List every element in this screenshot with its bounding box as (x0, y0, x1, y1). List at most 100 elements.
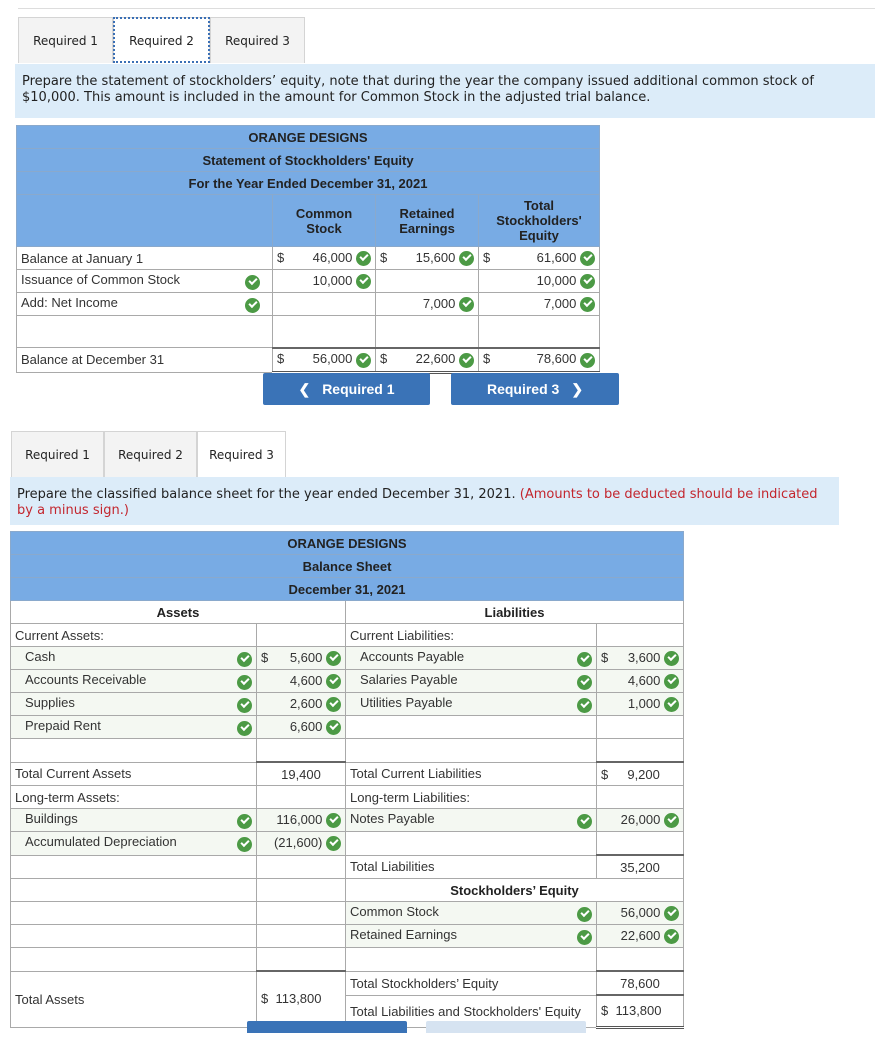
liability-label-cell[interactable]: Salaries Payable (345, 669, 597, 693)
cs-cell[interactable]: $46,000 (272, 246, 376, 270)
table-row: Accumulated Depreciation (21,600) (10, 831, 684, 856)
total-current-assets-value: 19,400 (256, 761, 346, 786)
table-row: Total Current Assets 19,400 Total Curren… (10, 761, 684, 786)
equity-value-cell[interactable] (596, 947, 684, 972)
re-cell[interactable] (375, 269, 479, 293)
asset-label-cell[interactable] (10, 947, 257, 972)
asset-value-cell[interactable] (256, 901, 346, 925)
asset-value-cell[interactable]: 6,600 (256, 715, 346, 739)
next-button-disabled-partial[interactable] (426, 1021, 586, 1033)
tab-required-3[interactable]: Required 3 (197, 431, 286, 477)
total-cell[interactable]: $78,600 (478, 346, 600, 374)
tab-required-1[interactable]: Required 1 (11, 431, 104, 477)
row-label-cell[interactable]: Add: Net Income (16, 292, 273, 316)
tab-required-2[interactable]: Required 2 (113, 17, 210, 63)
check-icon (664, 929, 679, 945)
re-cell[interactable]: $15,600 (375, 246, 479, 270)
tab-required-3[interactable]: Required 3 (210, 17, 305, 63)
table-row: Long-term Assets: Long-term Liabilities: (10, 785, 684, 809)
re-cell[interactable]: 7,000 (375, 292, 479, 316)
col-common-stock: Common Stock (272, 194, 376, 247)
equity-header: Stockholders’ Equity (345, 878, 684, 902)
liability-value-cell[interactable]: 4,600 (596, 669, 684, 693)
asset-value-cell[interactable]: 116,000 (256, 808, 346, 832)
row-label[interactable] (16, 315, 273, 348)
table-row (10, 947, 684, 972)
table-row: Balance at December 31 $56,000 $22,600 $… (16, 346, 600, 374)
liability-value-cell[interactable]: 26,000 (596, 808, 684, 832)
blank-header (16, 194, 273, 247)
equity-value-cell[interactable]: 22,600 (596, 924, 684, 948)
asset-label-cell[interactable] (10, 854, 257, 879)
liability-value-cell[interactable]: 1,000 (596, 692, 684, 716)
total-cell[interactable]: 10,000 (478, 269, 600, 293)
assets-header: Assets (10, 600, 346, 624)
section2-tabs: Required 1 Required 2 Required 3 (11, 431, 286, 477)
liability-value-cell[interactable] (596, 831, 684, 856)
chevron-right-icon: ❯ (571, 380, 584, 397)
asset-label-cell[interactable]: Cash (10, 646, 257, 670)
asset-value-cell[interactable]: 2,600 (256, 692, 346, 716)
liability-label-cell[interactable] (345, 831, 597, 856)
re-cell[interactable]: $22,600 (375, 346, 479, 374)
total-current-assets-label: Total Current Assets (10, 761, 257, 786)
re-cell[interactable] (375, 315, 479, 348)
asset-value-cell[interactable]: (21,600) (256, 831, 346, 856)
total-cell[interactable]: 7,000 (478, 292, 600, 316)
liability-label-cell[interactable]: Accounts Payable (345, 646, 597, 670)
check-icon (577, 930, 592, 945)
row-label[interactable]: Balance at January 1 (16, 246, 273, 270)
liability-label-cell[interactable] (345, 715, 597, 739)
cs-cell[interactable]: $56,000 (272, 346, 376, 374)
tab-required-2[interactable]: Required 2 (104, 431, 197, 477)
liability-label-cell[interactable] (345, 738, 597, 763)
prev-button-partial[interactable] (247, 1021, 407, 1033)
table-row: Cash $5,600 Accounts Payable $3,600 (10, 646, 684, 670)
cs-cell[interactable] (272, 315, 376, 348)
equity-label-cell[interactable]: Common Stock (345, 901, 597, 925)
check-icon (356, 274, 371, 290)
check-icon (245, 275, 260, 290)
divider (18, 8, 875, 9)
table-row (10, 738, 684, 763)
asset-label-cell[interactable]: Prepaid Rent (10, 715, 257, 739)
total-cell[interactable]: $61,600 (478, 246, 600, 270)
asset-value-cell[interactable]: $5,600 (256, 646, 346, 670)
asset-value-cell[interactable] (256, 738, 346, 763)
total-cell[interactable] (478, 315, 600, 348)
asset-label-cell[interactable]: Supplies (10, 692, 257, 716)
cs-cell[interactable] (272, 292, 376, 316)
asset-value-cell[interactable] (256, 878, 346, 902)
row-label-cell[interactable]: Issuance of Common Stock (16, 269, 273, 293)
asset-label-cell[interactable] (10, 924, 257, 948)
check-icon (326, 697, 341, 713)
liability-value-cell[interactable]: $3,600 (596, 646, 684, 670)
asset-label-cell[interactable]: Accounts Receivable (10, 669, 257, 693)
equity-label-cell[interactable]: Retained Earnings (345, 924, 597, 948)
asset-label-cell[interactable] (10, 878, 257, 902)
equity-label-cell[interactable] (345, 947, 597, 972)
asset-value-cell[interactable] (256, 924, 346, 948)
liability-label-cell[interactable]: Notes Payable (345, 808, 597, 832)
liability-value-cell[interactable] (596, 715, 684, 739)
check-icon (356, 352, 371, 368)
row-label[interactable]: Balance at December 31 (16, 347, 273, 373)
prev-required-1-button[interactable]: ❮ Required 1 (263, 373, 430, 405)
table-row: Common Stock 56,000 (10, 901, 684, 925)
asset-value-cell[interactable] (256, 854, 346, 879)
asset-label-cell[interactable]: Accumulated Depreciation (10, 831, 257, 856)
liability-value-cell[interactable] (596, 738, 684, 763)
instruction-box: Prepare the classified balance sheet for… (10, 477, 839, 525)
equity-value-cell[interactable]: 56,000 (596, 901, 684, 925)
asset-label-cell[interactable] (10, 901, 257, 925)
total-liabilities-label: Total Liabilities (345, 854, 597, 879)
next-required-3-button[interactable]: Required 3 ❯ (451, 373, 619, 405)
tab-required-1[interactable]: Required 1 (18, 17, 113, 63)
asset-value-cell[interactable] (256, 947, 346, 972)
table-row: Total Liabilities 35,200 (10, 854, 684, 879)
liability-label-cell[interactable]: Utilities Payable (345, 692, 597, 716)
asset-label-cell[interactable] (10, 738, 257, 763)
asset-label-cell[interactable]: Buildings (10, 808, 257, 832)
cs-cell[interactable]: 10,000 (272, 269, 376, 293)
asset-value-cell[interactable]: 4,600 (256, 669, 346, 693)
